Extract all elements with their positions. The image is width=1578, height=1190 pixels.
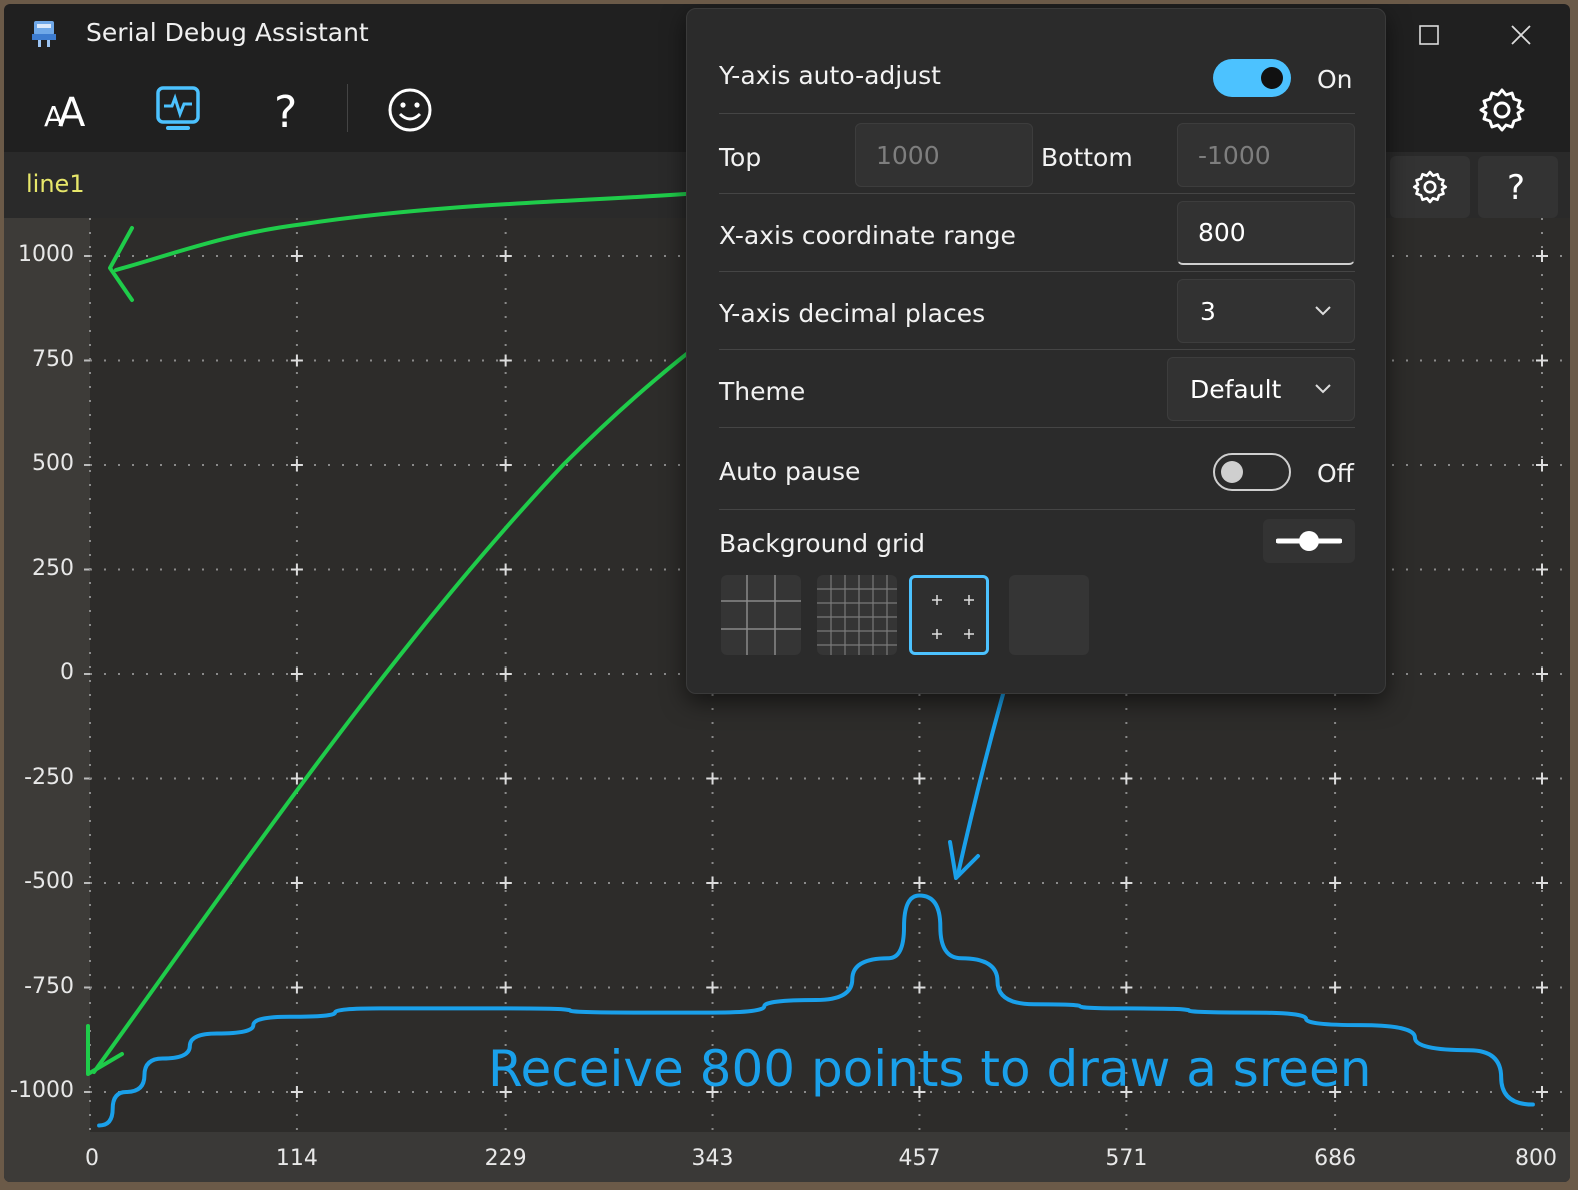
- y-auto-adjust-toggle[interactable]: [1213, 59, 1291, 97]
- toggle-knob: [1221, 461, 1243, 483]
- divider: [719, 271, 1355, 272]
- divider: [719, 193, 1355, 194]
- divider: [719, 349, 1355, 350]
- y-tick-label: 500: [32, 451, 74, 476]
- x-tick-label: 229: [484, 1146, 527, 1171]
- background-grid-label: Background grid: [719, 529, 926, 558]
- theme-label: Theme: [719, 377, 806, 406]
- y-tick-label: -500: [24, 869, 74, 894]
- x-tick-label: 800: [1515, 1146, 1557, 1171]
- y-decimals-dropdown[interactable]: 3: [1177, 279, 1355, 343]
- divider: [719, 427, 1355, 428]
- grid-option-fine-lines[interactable]: [817, 575, 897, 655]
- handwritten-annotation: Receive 800 points to draw a sreen: [488, 1040, 1372, 1098]
- x-tick-label: 343: [691, 1146, 734, 1171]
- divider: [719, 509, 1355, 510]
- y-decimals-label: Y-axis decimal places: [719, 299, 986, 328]
- grid-option-crosses[interactable]: [909, 575, 989, 655]
- grid-lines-icon: [721, 575, 801, 655]
- grid-option-lines[interactable]: [721, 575, 801, 655]
- x-tick-label: 114: [275, 1146, 318, 1171]
- y-tick-label: -250: [24, 764, 74, 790]
- y-tick-label: 250: [32, 555, 74, 581]
- grid-fine-lines-icon: [817, 575, 897, 655]
- theme-dropdown[interactable]: Default: [1167, 357, 1355, 421]
- top-input[interactable]: 1000: [855, 123, 1033, 187]
- theme-value: Default: [1190, 374, 1282, 404]
- grid-crosses-icon: [932, 595, 974, 639]
- grid-option-none[interactable]: [1009, 575, 1089, 655]
- y-decimals-value: 3: [1200, 296, 1216, 326]
- slider-icon: [1276, 531, 1342, 551]
- x-tick-label: 686: [1314, 1146, 1357, 1171]
- chevron-down-icon: [1315, 384, 1331, 394]
- top-label: Top: [719, 143, 762, 172]
- auto-pause-label: Auto pause: [719, 457, 861, 486]
- bottom-input[interactable]: -1000: [1177, 123, 1355, 187]
- bottom-label: Bottom: [1041, 143, 1133, 172]
- x-tick-label: 0: [85, 1146, 99, 1171]
- y-tick-label: -1000: [10, 1078, 74, 1103]
- app-window: Serial Debug Assistant A A ? line1 ? 100…: [4, 4, 1570, 1182]
- y-auto-adjust-state: On: [1317, 65, 1353, 94]
- x-tick-label: 457: [898, 1146, 941, 1171]
- toggle-knob: [1261, 67, 1283, 89]
- divider: [719, 113, 1355, 114]
- y-tick-label: -750: [24, 973, 74, 999]
- y-tick-label: 0: [60, 660, 74, 685]
- grid-style-slider-button[interactable]: [1263, 519, 1355, 563]
- x-range-input[interactable]: 800: [1177, 201, 1355, 265]
- auto-pause-toggle[interactable]: [1213, 453, 1291, 491]
- y-tick-label: 1000: [18, 242, 74, 267]
- chevron-down-icon: [1315, 306, 1331, 316]
- x-range-label: X-axis coordinate range: [719, 221, 1016, 250]
- y-tick-label: 750: [32, 346, 74, 372]
- y-auto-adjust-label: Y-axis auto-adjust: [719, 61, 941, 90]
- auto-pause-state: Off: [1317, 459, 1354, 488]
- plot-settings-flyout: Y-axis auto-adjust On Top 1000 Bottom -1…: [686, 8, 1386, 694]
- x-tick-label: 571: [1105, 1146, 1148, 1171]
